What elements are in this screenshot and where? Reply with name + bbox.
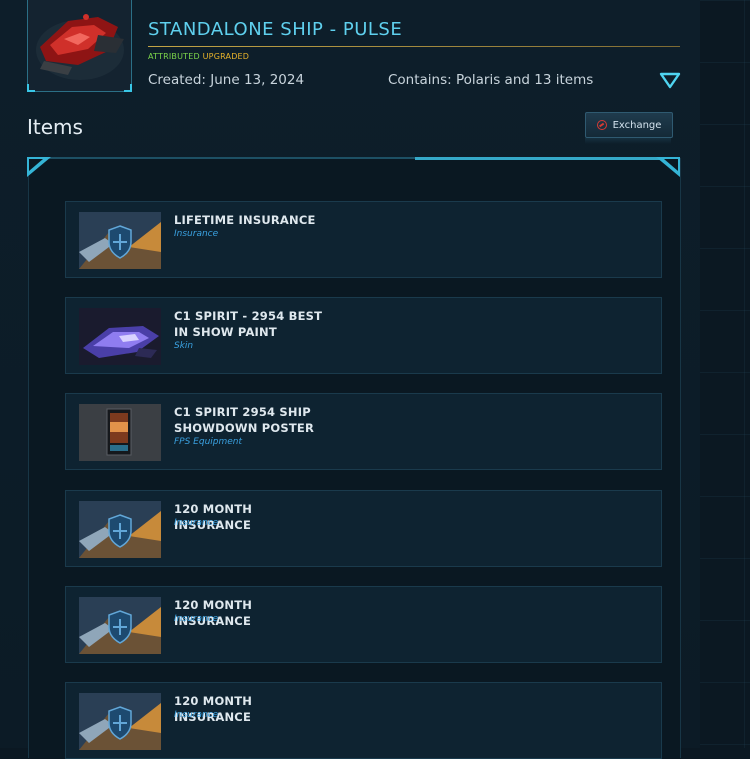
item-card[interactable]: LIFETIME INSURANCE Insurance <box>65 201 662 278</box>
upgraded-tag: UPGRADED <box>202 52 250 61</box>
item-name: LIFETIME INSURANCE <box>174 213 316 227</box>
exchange-forbidden-icon <box>596 120 607 130</box>
item-card[interactable]: 120 MONTH INSURANCE Insurance <box>65 682 662 759</box>
item-card[interactable]: C1 SPIRIT - 2954 BEST IN SHOW PAINT Skin <box>65 297 662 374</box>
exchange-button-shadow <box>585 138 671 144</box>
item-type: Skin <box>174 341 194 351</box>
pledge-panel: STANDALONE SHIP - PULSE ATTRIBUTED UPGRA… <box>0 0 700 759</box>
item-name: 120 MONTH INSURANCE <box>174 694 253 724</box>
triangle-down-icon <box>659 72 681 89</box>
ship-thumbnail <box>27 0 132 92</box>
item-name: C1 SPIRIT - 2954 BEST IN SHOW PAINT <box>174 309 323 339</box>
created-date: Created: June 13, 2024 <box>148 72 305 88</box>
items-frame-accent <box>415 157 660 160</box>
insurance-thumbnail <box>79 597 161 654</box>
item-card[interactable]: 120 MONTH INSURANCE Insurance <box>65 586 662 663</box>
poster-thumbnail <box>79 404 161 461</box>
item-type: Insurance <box>174 518 219 528</box>
insurance-thumbnail <box>79 501 161 558</box>
item-type: Insurance <box>174 614 219 624</box>
ship-image <box>28 0 131 91</box>
item-type: Insurance <box>174 229 219 239</box>
item-name: C1 SPIRIT 2954 SHIP SHOWDOWN POSTER <box>174 405 315 435</box>
exchange-label: Exchange <box>612 119 662 131</box>
item-card[interactable]: 120 MONTH INSURANCE Insurance <box>65 490 662 567</box>
item-card[interactable]: C1 SPIRIT 2954 SHIP SHOWDOWN POSTER FPS … <box>65 393 662 470</box>
insurance-thumbnail <box>79 693 161 750</box>
attributed-tag: ATTRIBUTED <box>148 52 200 61</box>
expand-toggle-button[interactable] <box>659 71 681 89</box>
title-divider <box>148 46 680 47</box>
pledge-title: STANDALONE SHIP - PULSE <box>148 19 403 40</box>
frame-corner-left-icon <box>27 157 51 177</box>
items-heading: Items <box>27 115 83 139</box>
exchange-button[interactable]: Exchange <box>585 112 673 138</box>
item-name: 120 MONTH INSURANCE <box>174 502 253 532</box>
insurance-thumbnail <box>79 212 161 269</box>
item-type: Insurance <box>174 710 219 720</box>
pledge-tags: ATTRIBUTED UPGRADED <box>148 52 249 61</box>
item-type: FPS Equipment <box>174 437 243 447</box>
item-name: 120 MONTH INSURANCE <box>174 598 253 628</box>
contains-summary: Contains: Polaris and 13 items <box>388 72 594 88</box>
frame-corner-right-icon <box>656 157 680 177</box>
skin-thumbnail <box>79 308 161 365</box>
